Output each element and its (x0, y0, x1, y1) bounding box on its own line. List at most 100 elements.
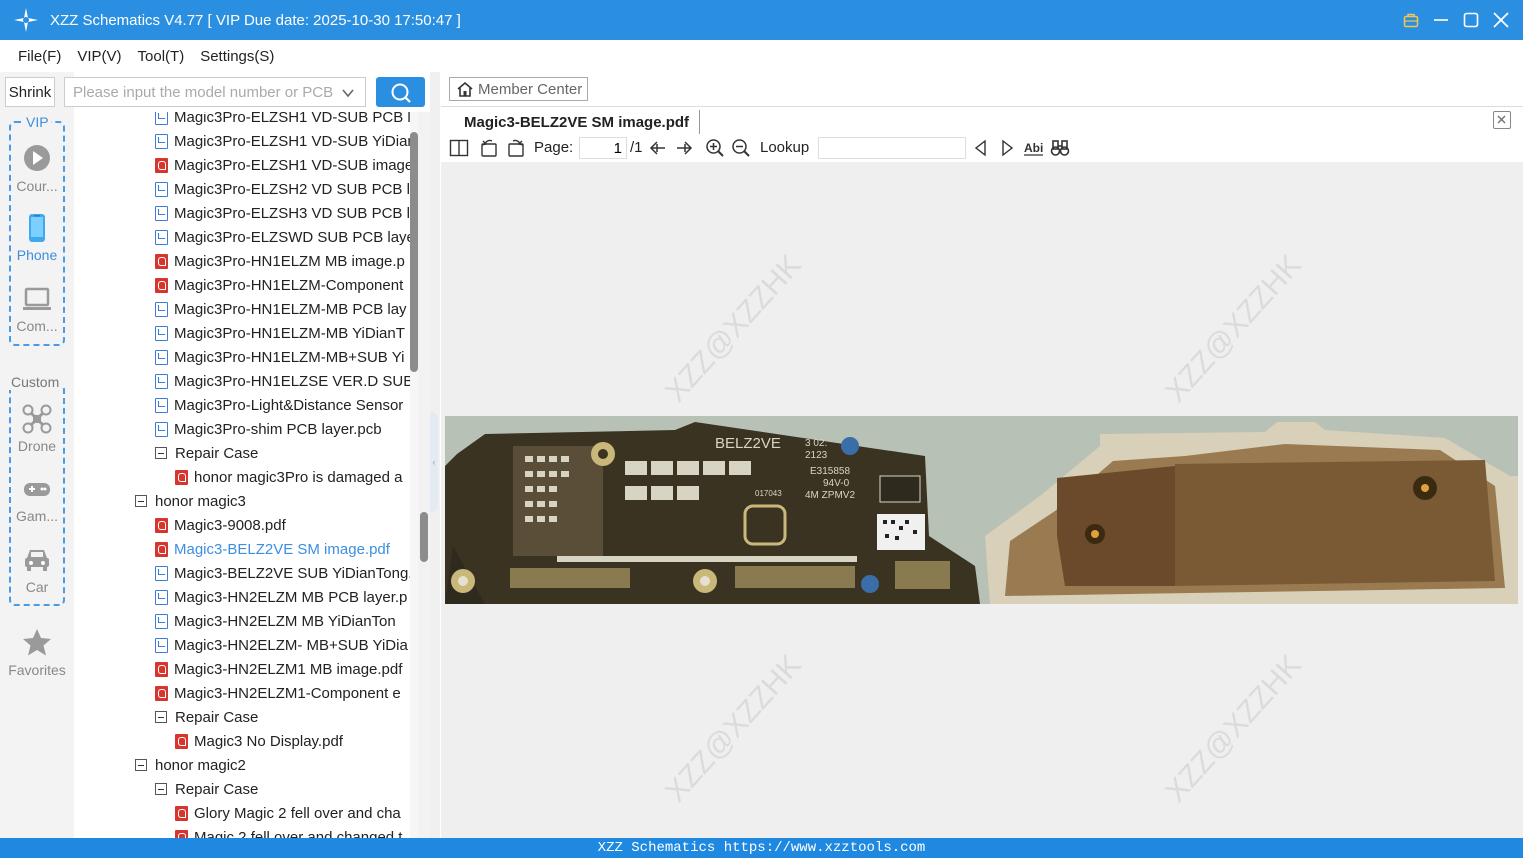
tree-file-item[interactable]: Magic3Pro-ELZSWD SUB PCB layer (155, 225, 410, 249)
tree-item-label: Magic3 No Display.pdf (194, 732, 343, 750)
tree-file-item[interactable]: Magic3-9008.pdf (155, 513, 410, 537)
tree-file-item[interactable]: Magic3Pro-HN1ELZM MB image.p (155, 249, 410, 273)
menu-settings[interactable]: Settings(S) (200, 48, 274, 65)
tree-item-label: honor magic2 (155, 756, 246, 774)
vip-bag-icon[interactable] (1403, 12, 1419, 28)
tree-file-item[interactable]: Magic3Pro-HN1ELZM-MB YiDianT (155, 321, 410, 345)
tree-file-item[interactable]: Magic3-HN2ELZM1 MB image.pdf (155, 657, 410, 681)
scrollbar-thumb[interactable] (420, 512, 428, 562)
tree-file-item[interactable]: Magic3Pro-HN1ELZM-MB PCB lay (155, 297, 410, 321)
tree-scrollbar-inner[interactable] (410, 112, 418, 838)
tree-file-item[interactable]: Magic3 No Display.pdf (175, 729, 410, 753)
nav-phone[interactable]: Phone (5, 213, 69, 263)
collapse-toggle-icon[interactable] (135, 495, 147, 507)
tree-file-item[interactable]: Magic3Pro-HN1ELZM-Component (155, 273, 410, 297)
zoom-out-icon[interactable] (731, 138, 751, 158)
tree-folder[interactable]: Repair Case (155, 705, 410, 729)
tree-item-label: Magic3Pro-HN1ELZM-MB YiDianT (174, 324, 405, 342)
svg-text:E315858: E315858 (810, 466, 850, 477)
tree-file-item[interactable]: Glory Magic 2 fell over and cha (175, 801, 410, 825)
member-center-button[interactable]: Member Center (449, 77, 588, 101)
rotate-right-icon[interactable] (506, 138, 526, 158)
tree-file-item[interactable]: Magic3-HN2ELZM1-Component e (155, 681, 410, 705)
match-case-icon[interactable]: Abi (1023, 138, 1043, 158)
tree-file-item[interactable]: Magic3-BELZ2VE SUB YiDianTong. (155, 561, 410, 585)
split-view-icon[interactable] (449, 138, 469, 158)
tree-file-item[interactable]: Magic3Pro-ELZSH1 VD-SUB PCB la (155, 112, 410, 129)
tree-file-item[interactable]: Magic3-HN2ELZM MB YiDianTon (155, 609, 410, 633)
tree-file-item[interactable]: Magic3-BELZ2VE SM image.pdf (155, 537, 410, 561)
nav-car[interactable]: Car (5, 545, 69, 595)
next-page-icon[interactable] (674, 138, 694, 158)
tree-file-item[interactable]: Magic3Pro-HN1ELZM-MB+SUB Yi (155, 345, 410, 369)
minimize-button[interactable] (1433, 12, 1449, 28)
tree-file-item[interactable]: Magic3Pro-shim PCB layer.pcb (155, 417, 410, 441)
rotate-left-icon[interactable] (479, 138, 499, 158)
collapse-toggle-icon[interactable] (155, 783, 167, 795)
pcb-file-icon (155, 181, 168, 197)
tree-item-label: Magic3-HN2ELZM- MB+SUB YiDia (174, 636, 408, 654)
tree-file-item[interactable]: Magic3Pro-ELZSH3 VD SUB PCB la (155, 201, 410, 225)
binoculars-icon[interactable] (1050, 138, 1070, 158)
nav-favorites[interactable]: Favorites (5, 628, 69, 678)
search-button[interactable] (376, 77, 425, 107)
tree-file-item[interactable]: honor magic3Pro is damaged a (175, 465, 410, 489)
tree-folder[interactable]: Repair Case (155, 441, 410, 465)
maximize-button[interactable] (1463, 12, 1479, 28)
tree-folder[interactable]: honor magic3 (135, 489, 410, 513)
collapse-toggle-icon[interactable] (155, 711, 167, 723)
tree-folder[interactable]: honor magic2 (135, 753, 410, 777)
menu-file[interactable]: File(F) (18, 48, 61, 65)
pdf-file-icon (155, 661, 168, 677)
tree-item-label: Magic3-HN2ELZM MB YiDianTon (174, 612, 396, 630)
collapse-handle[interactable]: ‹ (430, 412, 438, 512)
close-button[interactable] (1493, 12, 1509, 28)
tree-file-item[interactable]: Magic3Pro-ELZSH1 VD-SUB YiDian (155, 129, 410, 153)
nav-computer[interactable]: Com... (5, 284, 69, 334)
tree-scrollbar[interactable] (418, 112, 430, 838)
tree-file-item[interactable]: Magic3Pro-ELZSH2 VD SUB PCB la (155, 177, 410, 201)
search-input[interactable] (73, 83, 333, 101)
shrink-button[interactable]: Shrink (5, 77, 55, 107)
tree-item-label: Magic3-BELZ2VE SUB YiDianTong. (174, 564, 410, 582)
pcb-file-icon (155, 373, 168, 389)
nav-game[interactable]: Gam... (5, 474, 69, 524)
tree-file-item[interactable]: Magic3Pro-HN1ELZSE VER.D SUB I (155, 369, 410, 393)
pdf-file-icon (175, 829, 188, 838)
tree-file-item[interactable]: Magic3Pro-Light&Distance Sensor (155, 393, 410, 417)
tree-item-label: Magic 2 fell over and changed t (194, 828, 403, 839)
phone-icon (22, 213, 52, 243)
tree-file-item[interactable]: Magic3-HN2ELZM MB PCB layer.p (155, 585, 410, 609)
svg-text:017043: 017043 (755, 489, 782, 498)
scrollbar-thumb[interactable] (410, 132, 418, 372)
svg-text:4M ZPMV2: 4M ZPMV2 (805, 490, 855, 501)
tree-folder[interactable]: Repair Case (155, 777, 410, 801)
tree-file-item[interactable]: Magic3Pro-ELZSH1 VD-SUB image (155, 153, 410, 177)
pcb-file-icon (155, 205, 168, 221)
menu-vip[interactable]: VIP(V) (77, 48, 121, 65)
window-title: XZZ Schematics V4.77 [ VIP Due date: 202… (50, 11, 461, 29)
tree-file-item[interactable]: Magic3-HN2ELZM- MB+SUB YiDia (155, 633, 410, 657)
tree-file-item[interactable]: Magic 2 fell over and changed t (175, 825, 410, 838)
drone-icon (22, 404, 52, 434)
nav-drone[interactable]: Drone (5, 404, 69, 454)
zoom-in-icon[interactable] (705, 138, 725, 158)
page-number-input[interactable] (579, 137, 627, 159)
menu-tool[interactable]: Tool(T) (138, 48, 185, 65)
nav-courses[interactable]: Cour... (5, 144, 69, 194)
collapse-toggle-icon[interactable] (135, 759, 147, 771)
close-tab-icon[interactable] (1493, 111, 1511, 129)
car-icon (22, 545, 52, 575)
lookup-input[interactable] (818, 137, 966, 159)
find-next-icon[interactable] (997, 138, 1017, 158)
document-viewer[interactable]: XZZ@XZZHK XZZ@XZZHK XZZ@XZZHK XZZ@XZZHK (441, 162, 1523, 838)
pane-splitter[interactable]: ‹ (430, 72, 440, 838)
find-previous-icon[interactable] (971, 138, 991, 158)
collapse-toggle-icon[interactable] (155, 447, 167, 459)
tree-item-label: Magic3Pro-HN1ELZSE VER.D SUB I (174, 372, 410, 390)
previous-page-icon[interactable] (648, 138, 668, 158)
tree-item-label: Magic3-9008.pdf (174, 516, 286, 534)
vip-group-label: VIP (24, 114, 51, 130)
chevron-down-icon[interactable] (341, 86, 355, 100)
tab-document[interactable]: Magic3-BELZ2VE SM image.pdf (454, 110, 701, 134)
